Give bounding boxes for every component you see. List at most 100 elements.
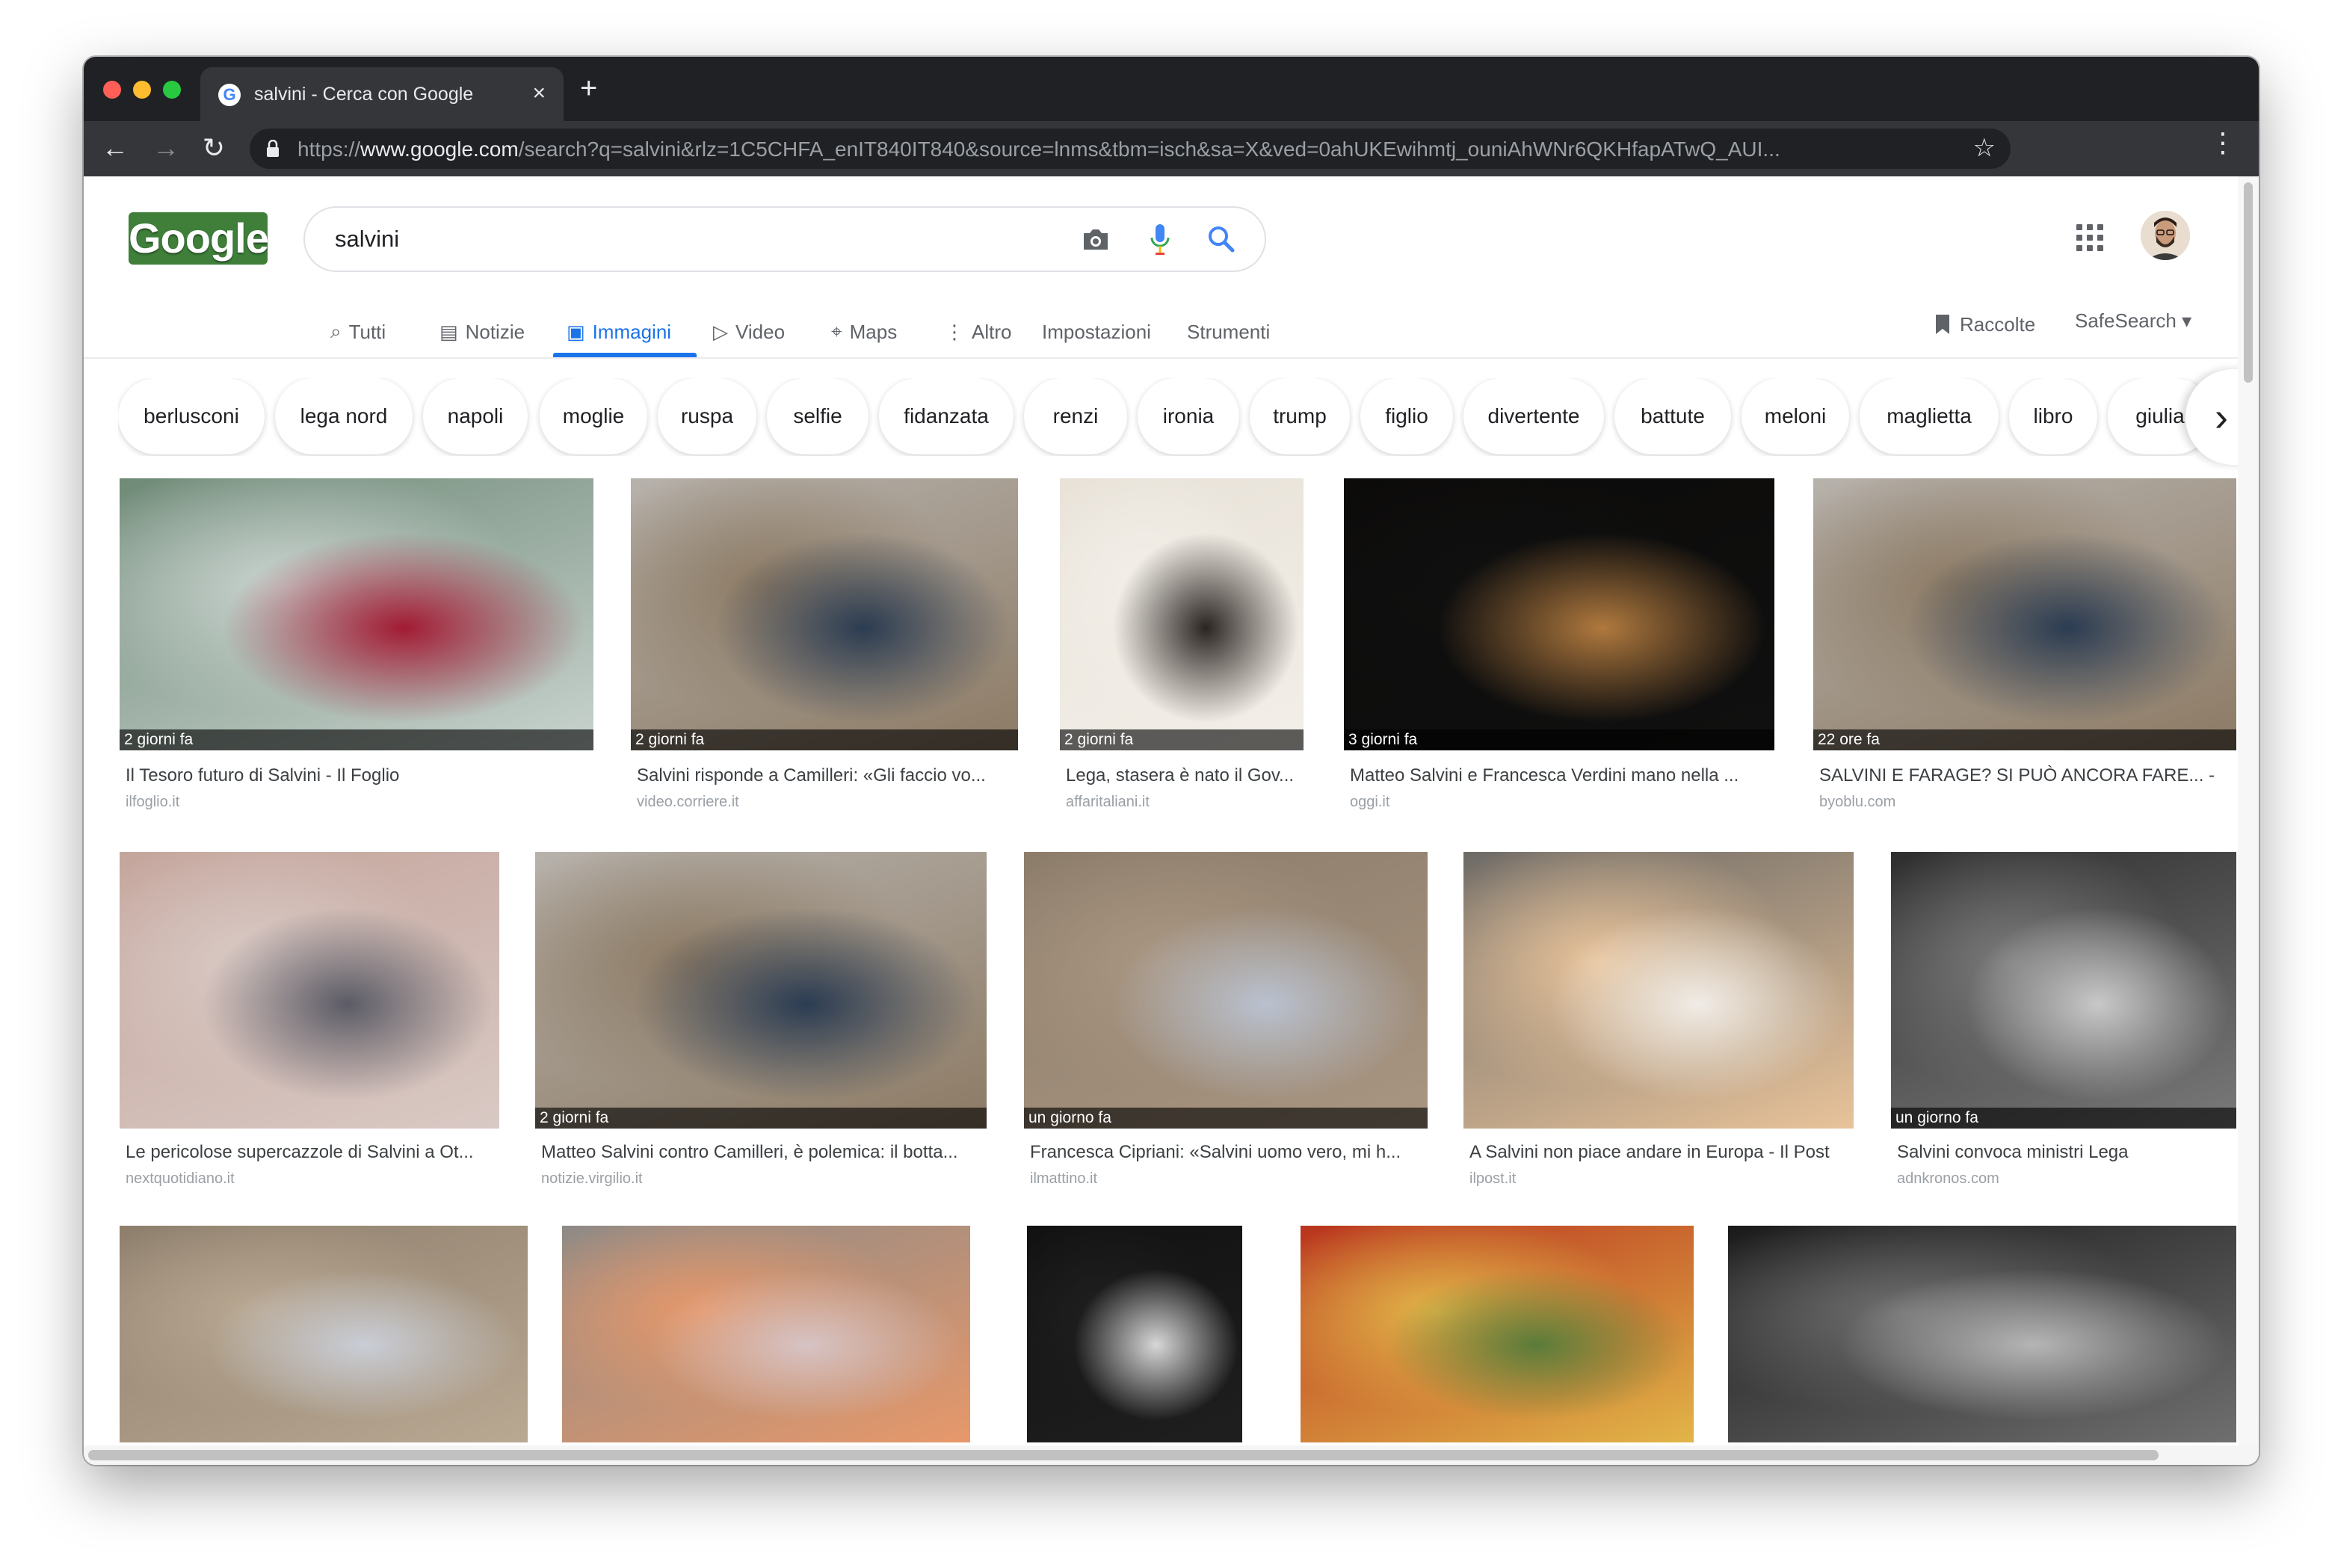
- result-source[interactable]: notizie.virgilio.it: [541, 1170, 643, 1188]
- browser-tab[interactable]: G salvini - Cerca con Google ×: [200, 67, 564, 121]
- close-window-button[interactable]: [103, 81, 121, 99]
- chip-ironia[interactable]: ironia: [1138, 378, 1239, 454]
- google-apps-icon[interactable]: [2076, 224, 2103, 251]
- result-source[interactable]: nextquotidiano.it: [126, 1170, 235, 1188]
- image-thumbnail[interactable]: [1728, 1226, 2236, 1442]
- camera-icon[interactable]: [1081, 227, 1111, 253]
- chip-moglie[interactable]: moglie: [540, 378, 647, 454]
- horizontal-scrollbar-thumb[interactable]: [88, 1450, 2159, 1460]
- minimize-window-button[interactable]: [133, 81, 151, 99]
- result-source[interactable]: affaritaliani.it: [1066, 794, 1150, 811]
- chip-trump[interactable]: trump: [1250, 378, 1350, 454]
- collections-link[interactable]: Raccolte: [1934, 309, 2035, 339]
- vertical-scrollbar-thumb[interactable]: [2244, 182, 2253, 383]
- image-thumbnail[interactable]: [1060, 478, 1304, 750]
- search-input[interactable]: salvini: [335, 226, 399, 253]
- search-icon[interactable]: [1206, 224, 1236, 254]
- chip-battute[interactable]: battute: [1614, 378, 1731, 454]
- result-title[interactable]: Lega, stasera è nato il Gov...: [1066, 765, 1298, 786]
- search-box[interactable]: salvini: [303, 206, 1266, 272]
- result-title[interactable]: Matteo Salvini e Francesca Verdini mano …: [1350, 765, 1768, 786]
- result-source[interactable]: ilmattino.it: [1030, 1170, 1097, 1188]
- chip-selfie[interactable]: selfie: [767, 378, 869, 454]
- image-thumbnail[interactable]: [535, 852, 987, 1129]
- image-result[interactable]: [1728, 1226, 2236, 1442]
- tab-altro[interactable]: ⋮ Altro: [945, 309, 1011, 354]
- image-result[interactable]: Le pericolose supercazzole di Salvini a …: [120, 852, 499, 1196]
- image-result[interactable]: un giorno fa Francesca Cipriani: «Salvini…: [1024, 852, 1428, 1196]
- result-source[interactable]: video.corriere.it: [637, 794, 739, 811]
- image-result[interactable]: A Salvini non piace andare in Europa - I…: [1463, 852, 1854, 1196]
- image-result[interactable]: [1027, 1226, 1242, 1442]
- image-thumbnail[interactable]: [1813, 478, 2236, 750]
- tab-tutti[interactable]: ⌕ Tutti: [330, 309, 386, 354]
- forward-button[interactable]: →: [148, 130, 184, 166]
- image-thumbnail[interactable]: [1024, 852, 1428, 1129]
- tab-immagini[interactable]: ▣ Immagini: [567, 309, 671, 354]
- image-thumbnail[interactable]: [1027, 1226, 1242, 1442]
- result-source[interactable]: ilfoglio.it: [126, 794, 179, 811]
- result-title[interactable]: Le pericolose supercazzole di Salvini a …: [126, 1142, 493, 1163]
- google-logo[interactable]: Google: [129, 212, 269, 265]
- tab-notizie[interactable]: ▤ Notizie: [439, 309, 525, 354]
- tab-close-icon[interactable]: ×: [532, 81, 546, 106]
- image-thumbnail[interactable]: [1301, 1226, 1694, 1442]
- result-source[interactable]: oggi.it: [1350, 794, 1389, 811]
- result-source[interactable]: byoblu.com: [1819, 794, 1895, 811]
- chip-meloni[interactable]: meloni: [1742, 378, 1849, 454]
- bookmark-star-icon[interactable]: ☆: [1973, 133, 1996, 163]
- chip-maglietta[interactable]: maglietta: [1860, 378, 1999, 454]
- image-result[interactable]: [120, 1226, 528, 1442]
- chip-figlio[interactable]: figlio: [1360, 378, 1453, 454]
- chip-fidanzata[interactable]: fidanzata: [879, 378, 1014, 454]
- tab-strumenti[interactable]: Strumenti: [1187, 309, 1270, 354]
- tab-video[interactable]: ▷ Video: [713, 309, 785, 354]
- image-result[interactable]: 2 giorni fa Il Tesoro futuro di Salvini -…: [120, 478, 593, 822]
- result-title[interactable]: Salvini risponde a Camilleri: «Gli facci…: [637, 765, 1012, 786]
- chip-lega-nord[interactable]: lega nord: [275, 378, 413, 454]
- horizontal-scrollbar[interactable]: [84, 1445, 2259, 1465]
- result-title[interactable]: Matteo Salvini contro Camilleri, è polem…: [541, 1142, 981, 1163]
- result-title[interactable]: Il Tesoro futuro di Salvini - Il Foglio: [126, 765, 587, 786]
- tab-maps[interactable]: ⌖ Maps: [831, 309, 897, 354]
- result-title[interactable]: Salvini convoca ministri Lega: [1897, 1142, 2230, 1163]
- image-thumbnail[interactable]: [1891, 852, 2236, 1129]
- maximize-window-button[interactable]: [163, 81, 181, 99]
- tab-impostazioni[interactable]: Impostazioni: [1042, 309, 1151, 354]
- account-avatar[interactable]: [2141, 211, 2190, 260]
- result-source[interactable]: ilpost.it: [1469, 1170, 1516, 1188]
- safesearch-dropdown[interactable]: SafeSearch ▾: [2075, 309, 2191, 339]
- image-result[interactable]: 2 giorni fa Lega, stasera è nato il Gov..…: [1060, 478, 1304, 822]
- microphone-icon[interactable]: [1148, 223, 1172, 257]
- image-thumbnail[interactable]: [120, 1226, 528, 1442]
- chip-napoli[interactable]: napoli: [423, 378, 528, 454]
- image-result[interactable]: 2 giorni fa Matteo Salvini contro Camille…: [535, 852, 987, 1196]
- image-thumbnail[interactable]: [120, 478, 593, 750]
- image-thumbnail[interactable]: [1463, 852, 1854, 1129]
- browser-menu-icon[interactable]: ⋮: [2209, 127, 2236, 158]
- result-title[interactable]: Francesca Cipriani: «Salvini uomo vero, …: [1030, 1142, 1422, 1163]
- chip-libro[interactable]: libro: [2009, 378, 2097, 454]
- image-result[interactable]: 22 ore fa SALVINI E FARAGE? SI PUÒ ANCORA…: [1813, 478, 2236, 822]
- image-thumbnail[interactable]: [120, 852, 499, 1129]
- image-thumbnail[interactable]: [1344, 478, 1774, 750]
- chip-renzi[interactable]: renzi: [1024, 378, 1127, 454]
- image-result[interactable]: [1301, 1226, 1694, 1442]
- image-result[interactable]: 2 giorni fa Salvini risponde a Camilleri:…: [631, 478, 1018, 822]
- image-thumbnail[interactable]: [562, 1226, 970, 1442]
- back-button[interactable]: ←: [97, 130, 133, 166]
- image-thumbnail[interactable]: [631, 478, 1018, 750]
- vertical-scrollbar[interactable]: [2238, 176, 2259, 1447]
- result-title[interactable]: A Salvini non piace andare in Europa - I…: [1469, 1142, 1848, 1163]
- result-title[interactable]: SALVINI E FARAGE? SI PUÒ ANCORA FARE... …: [1819, 765, 2230, 786]
- address-bar[interactable]: https://www.google.com/search?q=salvini&…: [250, 129, 2011, 169]
- image-result[interactable]: [562, 1226, 970, 1442]
- reload-button[interactable]: ↻: [196, 130, 232, 166]
- image-result[interactable]: 3 giorni fa Matteo Salvini e Francesca Ve…: [1344, 478, 1774, 822]
- result-source[interactable]: adnkronos.com: [1897, 1170, 1999, 1188]
- chip-berlusconi[interactable]: berlusconi: [118, 378, 265, 454]
- image-result[interactable]: un giorno fa Salvini convoca ministri Leg…: [1891, 852, 2236, 1196]
- chip-ruspa[interactable]: ruspa: [658, 378, 756, 454]
- new-tab-button[interactable]: +: [580, 73, 597, 103]
- chip-divertente[interactable]: divertente: [1463, 378, 1604, 454]
